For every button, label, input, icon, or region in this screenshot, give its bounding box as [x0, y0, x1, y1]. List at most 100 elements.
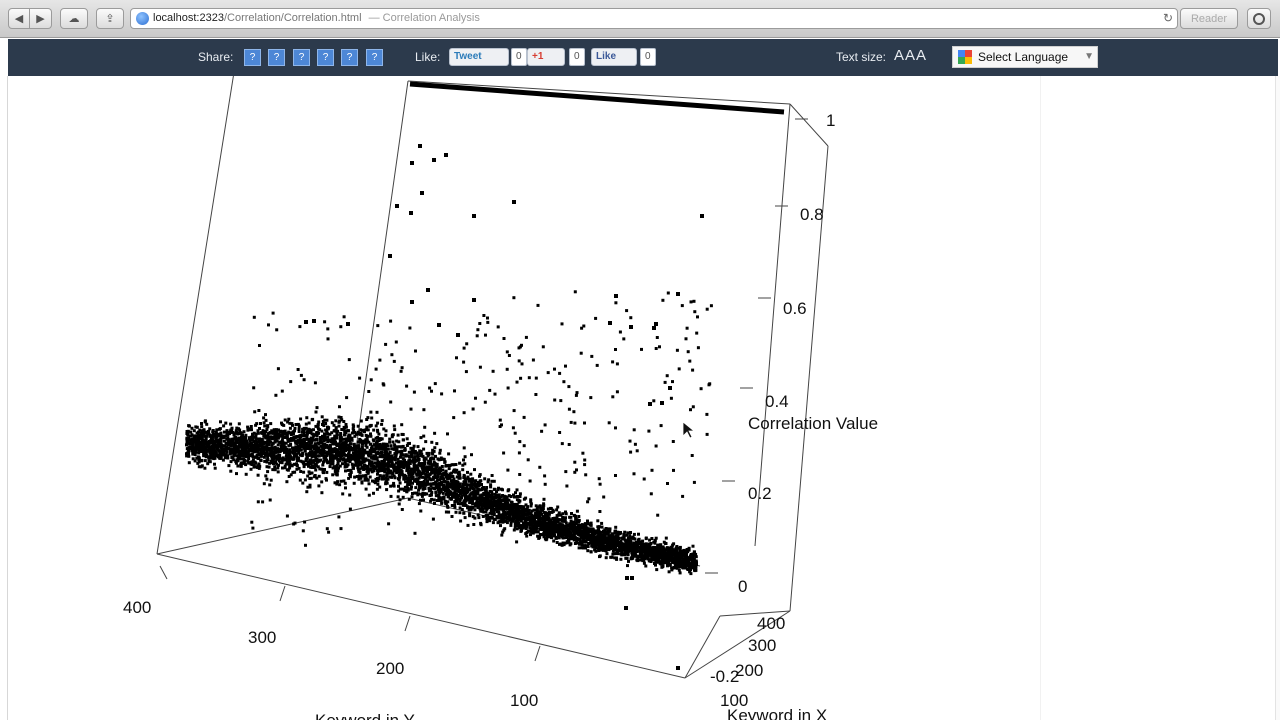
scatter-point — [463, 516, 467, 520]
scatter-point — [363, 478, 367, 482]
scatter-point — [263, 440, 267, 444]
downloads-icon[interactable] — [1247, 8, 1271, 29]
scatter-point — [428, 494, 432, 497]
scatter-point — [499, 487, 503, 491]
scatter-point — [250, 428, 253, 432]
scatter-point — [270, 461, 274, 465]
scatter-point — [675, 546, 678, 550]
share-service-icon[interactable]: ? — [268, 49, 285, 66]
cloud-icon[interactable]: ☁ — [60, 8, 88, 29]
scatter-point — [341, 492, 345, 496]
scatter-point — [261, 452, 265, 456]
scatter-point — [277, 463, 280, 467]
box-edge — [754, 103, 791, 547]
reload-icon[interactable]: ↻ — [1163, 9, 1173, 28]
scatter-point — [655, 568, 659, 572]
scatter-point — [525, 523, 529, 527]
reader-button[interactable]: Reader — [1180, 8, 1238, 29]
scatter-point — [377, 461, 381, 464]
scatter-point — [434, 491, 438, 495]
scatter-point — [583, 526, 587, 530]
scatter-point — [334, 419, 338, 423]
scatter-point — [640, 552, 644, 556]
scatter-point — [486, 498, 490, 502]
scatter-point — [561, 516, 565, 519]
scatter-point — [249, 425, 253, 428]
scatter-point — [425, 492, 429, 496]
scrollbar[interactable] — [1275, 76, 1280, 720]
tweet-button[interactable]: Tweet — [449, 48, 509, 66]
address-bar[interactable]: localhost:2323/Correlation/Correlation.h… — [130, 8, 1178, 29]
scatter-point — [509, 495, 513, 498]
scatter-point — [609, 540, 613, 544]
scatter-point — [654, 563, 657, 567]
scatter-point — [440, 501, 444, 505]
share-service-icon[interactable]: ? — [366, 49, 383, 66]
scatter-point — [206, 444, 209, 448]
share-service-icon[interactable]: ? — [317, 49, 334, 66]
scatter-point — [366, 450, 370, 454]
google-plus-button[interactable]: +1 — [527, 48, 565, 66]
scatter-point — [513, 495, 516, 499]
scatter-point — [207, 430, 211, 434]
share-service-icon[interactable]: ? — [293, 49, 310, 66]
scatter-point — [522, 511, 526, 515]
scatter-point — [285, 455, 289, 458]
scatter-point — [410, 449, 414, 453]
scatter-point — [266, 424, 270, 428]
scatter-point — [598, 541, 601, 545]
scatter-point — [312, 428, 315, 432]
scatter-point — [561, 512, 565, 516]
x-tick-label: 400 — [757, 614, 785, 633]
scatter-point — [580, 541, 584, 545]
scatter-point — [358, 440, 362, 444]
scatter-point — [567, 528, 571, 532]
z-axis-title: Correlation Value — [748, 414, 878, 433]
back-arrow-icon[interactable]: ◀ — [8, 8, 30, 29]
scatter-point — [385, 453, 388, 457]
scatter-point — [377, 432, 381, 436]
correlation-3d-plot: 1 0.8 0.6 0.4 0.2 0 -0.2 Correlation Val… — [0, 76, 1040, 720]
share-service-icon[interactable]: ? — [244, 49, 261, 66]
scatter-point — [319, 458, 323, 462]
scatter-point — [524, 508, 528, 512]
scatter-point — [468, 487, 472, 491]
scatter-point — [421, 463, 425, 467]
scatter-point — [320, 415, 324, 419]
scatter-point — [627, 559, 630, 563]
scatter-point — [446, 493, 450, 497]
scatter-point — [203, 439, 207, 443]
scatter-point — [407, 479, 411, 483]
scatter-point — [200, 422, 203, 425]
language-select[interactable]: Select Language ▼ — [952, 46, 1098, 68]
scatter-point — [346, 443, 350, 447]
scatter-point — [291, 446, 294, 450]
scatter-point — [380, 437, 384, 441]
scatter-point — [642, 559, 646, 562]
text-size-options[interactable]: AAA — [894, 47, 927, 64]
scatter-point — [219, 431, 223, 435]
scatter-point — [484, 514, 488, 517]
scatter-point — [364, 433, 368, 437]
scatter-point — [473, 516, 477, 520]
scatter-point — [654, 547, 658, 551]
scatter-point — [284, 436, 287, 439]
facebook-like-count: 0 — [640, 48, 656, 66]
share-service-icon[interactable]: ? — [341, 49, 358, 66]
like-label: Like: — [415, 50, 441, 64]
scatter-point — [195, 425, 199, 429]
scatter-point — [659, 562, 663, 566]
scatter-point — [646, 547, 649, 551]
scatter-point — [362, 458, 366, 462]
forward-arrow-icon[interactable]: ▶ — [30, 8, 52, 29]
scatter-point — [397, 502, 401, 506]
scatter-point — [369, 467, 373, 471]
scatter-point — [187, 424, 191, 428]
facebook-like-button[interactable]: Like — [591, 48, 637, 66]
scatter-point — [385, 478, 389, 482]
scatter-point — [337, 454, 341, 458]
scatter-point — [418, 452, 422, 456]
scatter-point — [344, 425, 348, 429]
scatter-point — [364, 487, 368, 491]
share-page-icon[interactable]: ⇪ — [96, 8, 124, 29]
